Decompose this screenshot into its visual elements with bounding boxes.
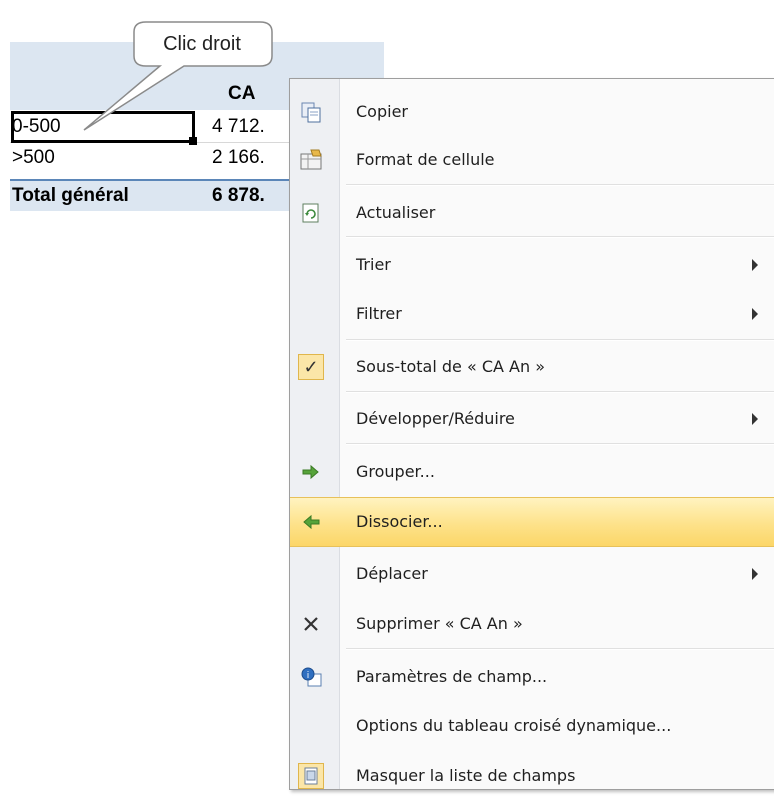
menu-item-label: Grouper... <box>356 462 435 481</box>
ungroup-arrow-icon <box>298 509 324 535</box>
menu-item-label: Trier <box>356 255 391 274</box>
menu-item-developper-reduire[interactable]: Développer/Réduire <box>290 395 774 443</box>
menu-item-options-tableau[interactable]: Options du tableau croisé dynamique... <box>290 702 774 750</box>
menu-separator <box>346 391 774 393</box>
menu-item-label: Actualiser <box>356 203 436 222</box>
menu-item-copier[interactable]: Copier <box>290 88 774 136</box>
submenu-arrow-icon <box>752 568 758 580</box>
menu-item-label: Sous-total de « CA An » <box>356 357 545 376</box>
refresh-icon <box>298 200 324 226</box>
menu-separator <box>346 184 774 186</box>
menu-item-supprimer[interactable]: Supprimer « CA An » <box>290 600 774 648</box>
field-list-icon <box>298 763 324 789</box>
menu-item-label: Supprimer « CA An » <box>356 614 523 633</box>
svg-text:i: i <box>307 671 310 681</box>
menu-item-label: Paramètres de champ... <box>356 667 548 686</box>
menu-item-label: Copier <box>356 102 408 121</box>
menu-item-label: Dissocier... <box>356 512 443 531</box>
menu-item-label: Développer/Réduire <box>356 409 515 428</box>
menu-item-deplacer[interactable]: Déplacer <box>290 550 774 598</box>
menu-item-filtrer[interactable]: Filtrer <box>290 290 774 338</box>
menu-separator <box>346 443 774 445</box>
menu-item-sous-total[interactable]: ✓ Sous-total de « CA An » <box>290 343 774 391</box>
format-cells-icon <box>298 147 324 173</box>
checkmark-icon: ✓ <box>298 354 324 380</box>
total-value-cell[interactable]: 6 878. <box>212 181 292 211</box>
row-label-cell[interactable]: >500 <box>12 143 202 173</box>
copy-icon <box>298 99 324 125</box>
menu-separator <box>346 648 774 650</box>
menu-separator <box>346 339 774 341</box>
submenu-arrow-icon <box>752 308 758 320</box>
total-row[interactable]: Total général 6 878. <box>10 179 310 211</box>
menu-item-label: Déplacer <box>356 564 428 583</box>
menu-item-actualiser[interactable]: Actualiser <box>290 189 774 237</box>
row-value-cell[interactable]: 4 712. <box>212 112 292 142</box>
menu-item-label: Filtrer <box>356 304 402 323</box>
menu-item-label: Format de cellule <box>356 150 495 169</box>
menu-item-dissocier[interactable]: Dissocier... <box>290 497 774 547</box>
fill-handle[interactable] <box>189 137 197 145</box>
context-menu: Copier Format de cellule Actualiser Trie… <box>289 78 774 790</box>
menu-item-label: Options du tableau croisé dynamique... <box>356 716 672 735</box>
row-value-cell[interactable]: 2 166. <box>212 143 292 173</box>
menu-item-format-de-cellule[interactable]: Format de cellule <box>290 136 774 184</box>
submenu-arrow-icon <box>752 259 758 271</box>
active-cell-selection <box>11 111 195 143</box>
menu-item-parametres-de-champ[interactable]: i Paramètres de champ... <box>290 653 774 701</box>
field-settings-icon: i <box>298 664 324 690</box>
menu-item-masquer-liste[interactable]: Masquer la liste de champs <box>290 752 774 800</box>
total-label-cell[interactable]: Total général <box>12 181 202 211</box>
menu-item-grouper[interactable]: Grouper... <box>290 448 774 496</box>
column-header-ca: CA <box>228 83 256 104</box>
group-arrow-icon <box>298 459 324 485</box>
delete-x-icon <box>298 611 324 637</box>
menu-item-label: Masquer la liste de champs <box>356 766 576 785</box>
submenu-arrow-icon <box>752 413 758 425</box>
menu-item-trier[interactable]: Trier <box>290 241 774 289</box>
table-row[interactable]: >500 2 166. <box>10 143 310 173</box>
callout-text: Clic droit <box>163 33 241 55</box>
